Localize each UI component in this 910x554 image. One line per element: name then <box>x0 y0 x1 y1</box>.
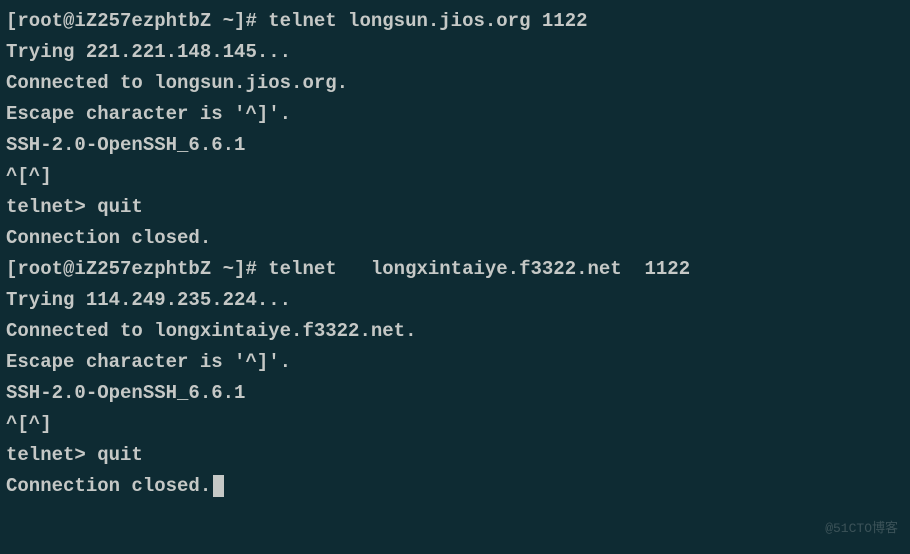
cursor <box>213 475 224 497</box>
terminal-text: Connection closed. <box>6 475 211 497</box>
terminal-line: Escape character is '^]'. <box>6 99 904 130</box>
terminal-line: SSH-2.0-OpenSSH_6.6.1 <box>6 378 904 409</box>
terminal-line: [root@iZ257ezphtbZ ~]# telnet longsun.ji… <box>6 6 904 37</box>
terminal-line: Connected to longsun.jios.org. <box>6 68 904 99</box>
terminal-line: ^[^] <box>6 161 904 192</box>
terminal-line: Connected to longxintaiye.f3322.net. <box>6 316 904 347</box>
terminal-line: SSH-2.0-OpenSSH_6.6.1 <box>6 130 904 161</box>
terminal-line: Trying 114.249.235.224... <box>6 285 904 316</box>
terminal-line: ^[^] <box>6 409 904 440</box>
terminal-line: telnet> quit <box>6 440 904 471</box>
terminal-line: Trying 221.221.148.145... <box>6 37 904 68</box>
terminal-line: [root@iZ257ezphtbZ ~]# telnet longxintai… <box>6 254 904 285</box>
terminal-line: telnet> quit <box>6 192 904 223</box>
terminal-line: Connection closed. <box>6 471 904 502</box>
terminal-line: Escape character is '^]'. <box>6 347 904 378</box>
terminal-line: Connection closed. <box>6 223 904 254</box>
watermark: @51CTO博客 <box>825 513 898 544</box>
